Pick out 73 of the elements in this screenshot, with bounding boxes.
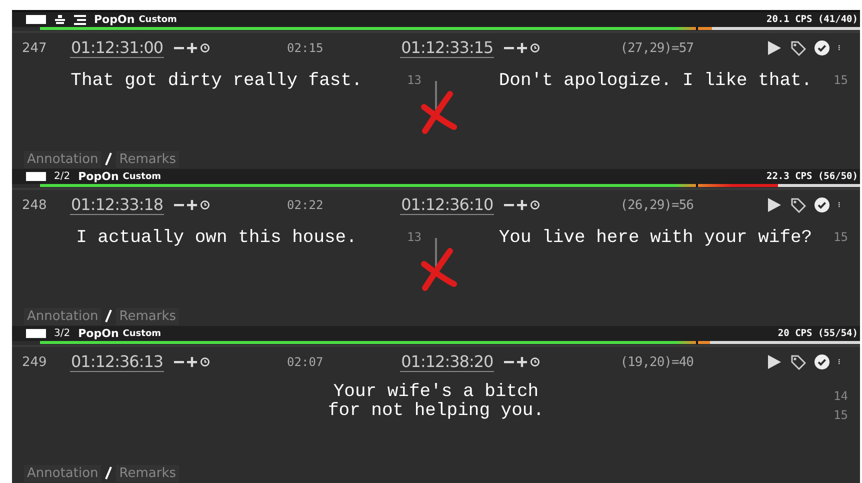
color-swatch[interactable] [26,15,46,24]
person-icon[interactable] [54,14,66,24]
caption-type: PopOn [78,327,119,340]
plus-icon[interactable] [187,43,198,53]
slash-icon [105,309,112,323]
start-time[interactable]: 01:12:36:13 [70,352,164,372]
play-icon[interactable] [766,197,782,213]
color-swatch[interactable] [26,172,46,181]
subtitle-line: You live here with your wife? [498,228,812,250]
event-number: 247 [22,40,48,56]
event-count: 3/2 [54,328,70,339]
duration: 02:15 [287,41,324,55]
clock-icon[interactable] [530,357,540,367]
caption-type: PopOn [94,13,135,26]
slash-icon [105,152,112,166]
plus-icon[interactable] [187,200,198,210]
annotation-tab[interactable]: Annotation [24,308,102,324]
annotation-tab[interactable]: Annotation [24,464,102,482]
clock-icon[interactable] [200,43,210,53]
character-total: (27,29)=57 [620,40,694,56]
event-number: 248 [22,198,48,212]
tag-icon[interactable] [790,197,806,213]
check-icon[interactable] [814,197,830,213]
plus-icon[interactable] [517,357,528,367]
remarks-tab[interactable]: Remarks [116,464,180,482]
start-time[interactable]: 01:12:33:18 [70,195,164,215]
caption-style: Custom [138,14,177,24]
cps-reading: 22.3 CPS (56/50) [766,171,858,182]
character-total: (19,20)=40 [620,354,694,370]
clock-icon[interactable] [530,200,540,210]
char-count: 15 [834,230,848,244]
end-time[interactable]: 01:12:36:10 [400,195,494,215]
character-total: (26,29)=56 [620,198,694,212]
tag-icon[interactable] [790,354,806,370]
end-time[interactable]: 01:12:33:15 [400,38,494,58]
event-number: 249 [22,354,48,370]
subtitle-line: Your wife's a bitch [333,383,539,402]
plus-icon[interactable] [517,43,528,53]
char-count: 15 [834,73,848,87]
clock-icon[interactable] [200,200,210,210]
duration: 02:22 [287,198,324,212]
annotation-tab[interactable]: Annotation [24,150,102,168]
align-icon[interactable] [74,14,86,24]
clock-icon[interactable] [530,43,540,53]
duration: 02:07 [287,355,324,369]
remarks-tab[interactable]: Remarks [116,308,180,324]
cps-reading: 20 CPS (55/54) [778,328,858,339]
subtitle-line: for not helping you. [328,402,544,421]
clock-icon[interactable] [200,357,210,367]
plus-icon[interactable] [187,357,198,367]
event-count: 2/2 [54,171,70,182]
plus-icon[interactable] [517,200,528,210]
char-count: 13 [407,73,422,87]
caption-style: Custom [122,172,162,182]
play-icon[interactable] [766,40,782,56]
check-icon[interactable] [814,40,830,56]
caption-style: Custom [122,328,162,338]
char-count: 13 [407,230,422,244]
end-time[interactable]: 01:12:38:20 [400,352,494,372]
subtitle-line: Don't apologize. I like that. [498,71,812,93]
char-count: 15 [834,407,848,424]
slash-icon [105,466,112,480]
color-swatch[interactable] [26,329,46,338]
play-icon[interactable] [766,354,782,370]
subtitle-line: I actually own this house. [76,228,357,250]
cps-reading: 20.1 CPS (41/40) [766,14,858,25]
char-count: 14 [834,388,848,405]
subtitle-line: That got dirty really fast. [70,71,362,93]
tag-icon[interactable] [790,40,806,56]
caption-type: PopOn [78,170,119,183]
remarks-tab[interactable]: Remarks [116,150,180,168]
start-time[interactable]: 01:12:31:00 [70,38,164,58]
check-icon[interactable] [814,354,830,370]
